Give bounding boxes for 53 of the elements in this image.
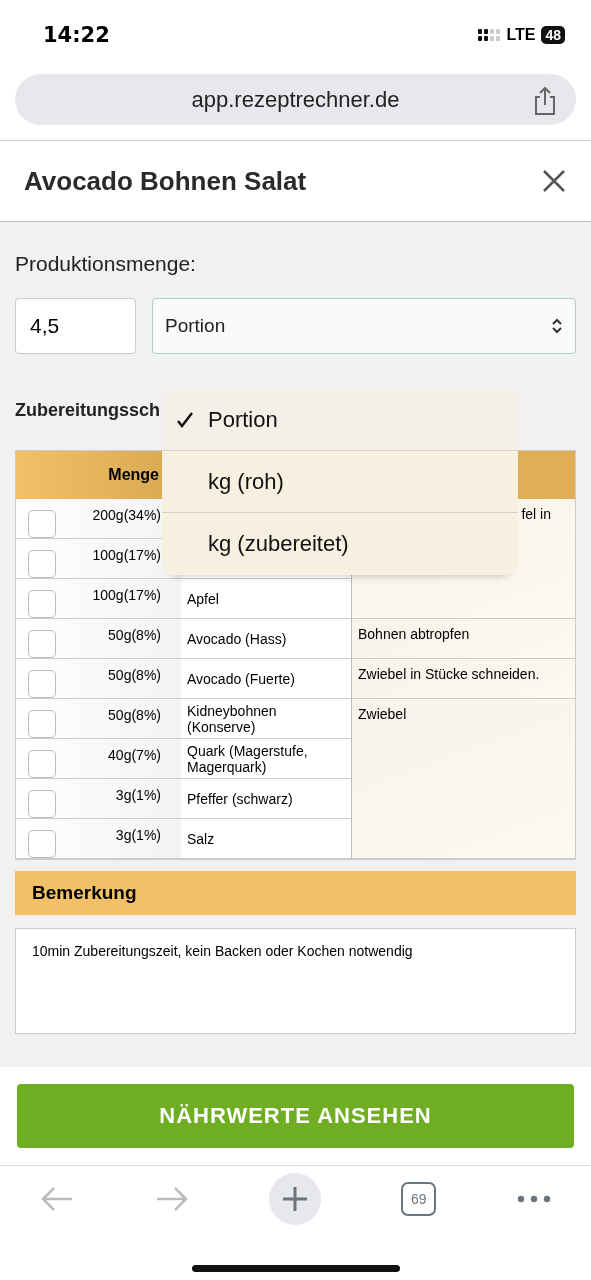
ingredient-cell: Salz [181, 819, 352, 859]
more-button[interactable] [516, 1194, 551, 1203]
address-bar[interactable]: app.rezeptrechner.de [15, 74, 576, 125]
row-checkbox[interactable] [28, 830, 56, 858]
share-button[interactable] [532, 86, 558, 116]
remark-heading: Bemerkung [15, 871, 576, 915]
ingredient-cell: Kidneybohnen (Konserve) [181, 699, 352, 739]
row-checkbox[interactable] [28, 590, 56, 618]
row-checkbox[interactable] [28, 670, 56, 698]
battery-level: 48 [541, 26, 565, 44]
menu-option[interactable]: kg (zubereitet) [162, 513, 518, 575]
row-checkbox[interactable] [28, 790, 56, 818]
row-checkbox[interactable] [28, 510, 56, 538]
signal-icon [478, 27, 501, 43]
back-button[interactable] [40, 1184, 75, 1213]
ingredient-cell: Avocado (Fuerte) [181, 659, 352, 699]
step-cell: Bohnen abtropfen [352, 619, 575, 659]
amount-text: 50g(8%) [108, 707, 161, 725]
row-checkbox[interactable] [28, 750, 56, 778]
clock: 14:22 [43, 23, 110, 47]
row-checkbox[interactable] [28, 630, 56, 658]
checkmark-icon [177, 411, 193, 428]
step-cell: Zwiebel [352, 699, 575, 859]
menu-option[interactable]: kg (roh) [162, 451, 518, 513]
dialog-title: Avocado Bohnen Salat [24, 165, 307, 197]
remark-field[interactable]: 10min Zubereitungszeit, kein Backen oder Kochen notwendig [15, 928, 576, 1034]
network-label: LTE [506, 26, 536, 44]
amount-text: 3g(1%) [115, 787, 161, 805]
amount-text: 100g(17%) [92, 547, 161, 565]
amount-text: 50g(8%) [108, 627, 161, 645]
row-checkbox[interactable] [28, 710, 56, 738]
amount-text: 40g(7%) [108, 747, 161, 765]
menu-option[interactable]: Portion [162, 389, 518, 451]
amount-text: 50g(8%) [108, 667, 161, 685]
unit-select[interactable]: Portion [152, 298, 576, 354]
tabs-button[interactable]: 69 [401, 1181, 437, 1216]
section-heading: Zubereitungssch [15, 400, 161, 421]
production-label: Produktionsmenge: [15, 252, 197, 276]
row-checkbox[interactable] [28, 550, 56, 578]
amount-field[interactable]: 4,5 [15, 298, 136, 354]
amount-text: 3g(1%) [115, 827, 161, 845]
chevron-icon [551, 318, 563, 334]
amount-text: 100g(17%) [92, 587, 161, 605]
plus-icon [281, 1185, 308, 1212]
ingredient-cell: Quark (Magerstufe, Magerquark) [181, 739, 352, 779]
ingredient-cell: Avocado (Hass) [181, 619, 352, 659]
ingredient-cell: Pfeffer (schwarz) [181, 779, 352, 819]
forward-button[interactable] [154, 1184, 189, 1213]
url-text: app.rezeptrechner.de [191, 86, 400, 113]
close-button[interactable] [541, 168, 567, 194]
step-cell: Zwiebel in Stücke schneiden. [352, 659, 575, 699]
amount-text: 200g(34%) [92, 507, 161, 525]
ingredient-cell: Apfel [181, 579, 352, 619]
